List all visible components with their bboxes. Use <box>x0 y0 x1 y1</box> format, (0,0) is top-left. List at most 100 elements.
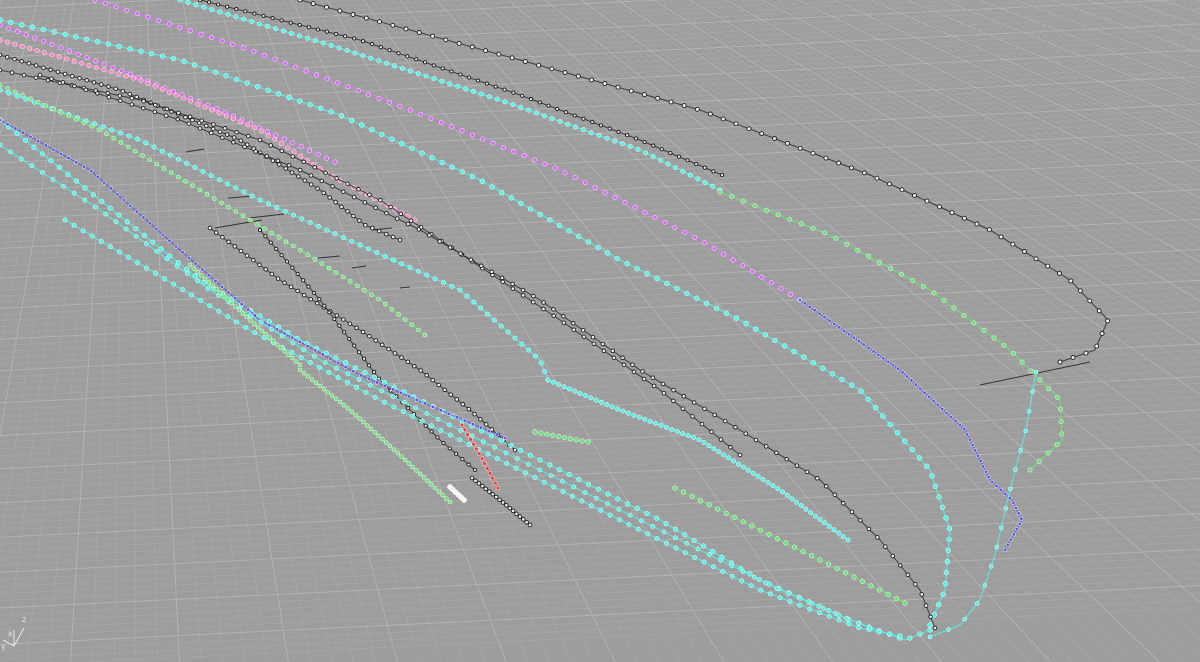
control-point[interactable] <box>18 156 24 162</box>
control-point[interactable] <box>174 263 180 269</box>
control-point[interactable] <box>254 84 261 90</box>
control-point[interactable] <box>510 281 515 287</box>
control-point[interactable] <box>448 392 454 397</box>
control-point[interactable] <box>691 435 697 441</box>
control-point[interactable] <box>58 151 64 156</box>
control-point[interactable] <box>144 241 149 247</box>
control-point[interactable] <box>502 435 508 441</box>
control-point[interactable] <box>928 614 933 620</box>
control-point[interactable] <box>556 467 563 473</box>
control-point[interactable] <box>134 209 139 214</box>
control-point[interactable] <box>439 159 445 166</box>
control-point[interactable] <box>307 148 313 153</box>
control-point[interactable] <box>874 175 880 181</box>
control-point[interactable] <box>311 353 317 359</box>
control-point[interactable] <box>316 223 321 229</box>
control-point[interactable] <box>440 280 446 285</box>
control-point[interactable] <box>127 91 133 97</box>
control-point[interactable] <box>634 265 640 272</box>
control-point[interactable] <box>265 23 271 29</box>
curve-blue-18[interactable] <box>0 117 508 441</box>
control-point[interactable] <box>135 136 141 142</box>
control-point[interactable] <box>60 80 66 85</box>
control-point[interactable] <box>102 180 107 185</box>
control-point[interactable] <box>201 4 207 10</box>
control-point[interactable] <box>566 472 572 478</box>
control-point[interactable] <box>620 355 625 361</box>
control-point[interactable] <box>279 148 285 154</box>
control-point[interactable] <box>913 581 918 587</box>
control-point[interactable] <box>493 494 499 500</box>
control-point[interactable] <box>466 442 472 447</box>
control-point[interactable] <box>214 286 219 292</box>
control-point[interactable] <box>350 12 356 17</box>
control-point[interactable] <box>942 581 949 587</box>
control-point[interactable] <box>144 265 149 271</box>
control-point[interactable] <box>579 438 585 444</box>
control-point[interactable] <box>303 68 309 74</box>
control-point[interactable] <box>134 11 140 17</box>
control-point[interactable] <box>176 156 181 162</box>
control-point[interactable] <box>463 86 469 92</box>
control-point[interactable] <box>0 17 3 23</box>
control-point[interactable] <box>861 342 866 347</box>
control-point[interactable] <box>509 55 515 61</box>
control-point[interactable] <box>1083 350 1089 356</box>
control-point[interactable] <box>490 475 495 481</box>
control-point[interactable] <box>58 110 64 115</box>
control-point[interactable] <box>282 208 288 214</box>
control-point[interactable] <box>212 69 219 75</box>
control-point[interactable] <box>319 178 325 184</box>
control-point[interactable] <box>788 291 793 297</box>
control-point[interactable] <box>383 231 389 237</box>
control-point[interactable] <box>295 271 300 277</box>
control-point[interactable] <box>272 136 278 142</box>
control-point[interactable] <box>797 602 803 608</box>
control-point[interactable] <box>315 27 320 32</box>
control-point[interactable] <box>210 283 215 289</box>
control-point[interactable] <box>760 476 766 482</box>
control-point[interactable] <box>291 149 297 155</box>
control-point[interactable] <box>293 359 299 364</box>
control-point[interactable] <box>409 145 415 152</box>
control-point[interactable] <box>711 245 717 251</box>
control-point[interactable] <box>298 248 303 253</box>
control-point[interactable] <box>363 222 368 228</box>
control-point[interactable] <box>593 397 599 403</box>
control-point[interactable] <box>729 573 735 579</box>
control-point[interactable] <box>1011 500 1016 505</box>
control-point[interactable] <box>812 308 817 313</box>
control-point[interactable] <box>589 77 594 83</box>
control-point[interactable] <box>72 83 77 89</box>
control-point[interactable] <box>337 323 342 328</box>
control-point[interactable] <box>251 257 256 263</box>
control-point[interactable] <box>268 240 273 245</box>
control-point[interactable] <box>681 103 687 109</box>
control-point[interactable] <box>541 306 546 312</box>
control-point[interactable] <box>562 170 568 176</box>
control-point[interactable] <box>248 318 253 323</box>
control-point[interactable] <box>166 21 172 27</box>
control-point[interactable] <box>335 375 341 380</box>
control-point[interactable] <box>692 554 698 560</box>
control-point[interactable] <box>601 348 607 354</box>
control-point[interactable] <box>225 297 231 302</box>
control-point[interactable] <box>290 340 296 346</box>
control-point[interactable] <box>789 496 795 502</box>
control-point[interactable] <box>140 153 145 158</box>
control-point[interactable] <box>110 64 116 70</box>
control-point[interactable] <box>252 321 257 327</box>
control-point[interactable] <box>407 107 413 113</box>
control-point[interactable] <box>245 133 251 139</box>
control-point[interactable] <box>699 421 705 427</box>
control-point[interactable] <box>429 482 434 487</box>
control-point[interactable] <box>166 89 172 95</box>
control-point[interactable] <box>343 34 348 39</box>
control-point[interactable] <box>888 265 894 271</box>
control-point[interactable] <box>198 297 204 303</box>
control-point[interactable] <box>162 276 168 282</box>
control-point[interactable] <box>750 470 756 476</box>
control-point[interactable] <box>141 215 146 220</box>
control-point[interactable] <box>663 521 669 527</box>
control-point[interactable] <box>103 211 109 217</box>
